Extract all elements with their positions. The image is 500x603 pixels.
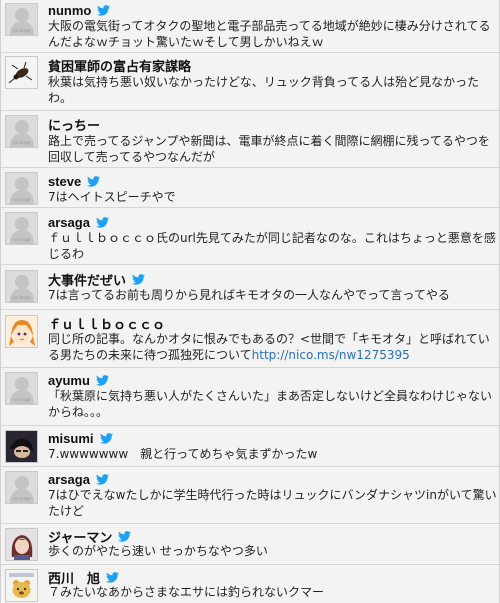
tweet-text: 路上で売ってるジャンプや新聞は、電車が終点に着く間際に網棚に残ってるやつを回収し… xyxy=(48,134,490,164)
twitter-bird-icon xyxy=(132,273,146,285)
tweet-header: ｆｕｌｌｂｏｃｃｏ xyxy=(48,314,165,332)
user-name[interactable]: ayumu xyxy=(48,373,90,388)
tweet-text: ｆｕｌｌｂｏｃｃｏ氏のurl先見てみたが同じ記者なのな。これはちょっと悪意を感じ… xyxy=(48,231,496,261)
tweet-item: no image 大事件だぜい 7は言ってるお前も周りから見ればキモオタの一人な… xyxy=(1,265,499,310)
avatar[interactable] xyxy=(5,528,38,561)
avatar[interactable] xyxy=(5,315,38,348)
avatar[interactable] xyxy=(5,569,38,602)
tweet-header: 大事件だぜい xyxy=(48,270,146,289)
tweet-text: 同じ所の記事。なんかオタに恨みでもあるの？<世間で「キモオタ」と呼ばれている男た… xyxy=(48,331,498,363)
avatar[interactable]: no image xyxy=(5,172,38,205)
tweet-item: 西川 旭 ７みたいなあからさまなエサには釣られないクマー xyxy=(1,565,499,603)
user-name[interactable]: misumi xyxy=(48,431,94,446)
tweet-text: 7は言ってるお前も周りから見ればキモオタの一人なんやでって言ってやる xyxy=(48,288,450,302)
twitter-bird-icon xyxy=(97,4,111,16)
tweet-item: no image ayumu 「秋葉原に気持ち悪い人がたくさんいた」まあ否定しな… xyxy=(1,368,499,426)
tweet-item: ｆｕｌｌｂｏｃｃｏ 同じ所の記事。なんかオタに恨みでもあるの？<世間で「キモオタ… xyxy=(1,310,499,368)
tweet-item: 貧困軍師の富占有家謀略 秋葉は気持ち悪い奴いなかったけどな、リュック背負ってる人… xyxy=(1,53,499,111)
avatar[interactable] xyxy=(5,56,38,89)
bear-avatar-image xyxy=(6,570,37,601)
tweet-item: no image arsaga 7はひでえなwたしかに学生時代行った時はリュック… xyxy=(1,467,499,524)
tweet-item: no image nunmo 大阪の電気街ってオタクの聖地と電子部品売ってる地域… xyxy=(1,0,499,53)
tweet-header: ayumu xyxy=(48,371,109,389)
user-name[interactable]: nunmo xyxy=(48,3,91,18)
anime-avatar-image xyxy=(6,316,37,347)
user-name[interactable]: にっちー xyxy=(48,115,100,134)
tweet-header: nunmo xyxy=(48,1,111,19)
tweet-item: no image にっちー 路上で売ってるジャンプや新聞は、電車が終点に着く間際… xyxy=(1,111,499,168)
user-name[interactable]: arsaga xyxy=(48,472,90,487)
tweet-text: 大阪の電気街ってオタクの聖地と電子部品売ってる地域が絶妙に棲み分けされてるんだよ… xyxy=(48,19,491,49)
tweet-text: 7はヘイトスピーチやで xyxy=(48,190,176,204)
twitter-bird-icon xyxy=(99,432,113,444)
dark-avatar-image xyxy=(6,431,37,462)
avatar[interactable]: no image xyxy=(5,3,38,36)
avatar[interactable]: no image xyxy=(5,115,38,148)
avatar[interactable]: no image xyxy=(5,471,38,504)
user-name[interactable]: 貧困軍師の富占有家謀略 xyxy=(48,56,191,75)
tweet-header: にっちー xyxy=(48,115,100,133)
twitter-bird-icon xyxy=(87,175,101,187)
twitter-bird-icon xyxy=(95,374,109,386)
user-name[interactable]: 大事件だぜい xyxy=(48,270,126,289)
tweet-header: 貧困軍師の富占有家謀略 xyxy=(48,56,191,74)
twitter-bird-icon xyxy=(95,216,109,228)
twitter-bird-icon xyxy=(118,530,132,542)
avatar[interactable]: no image xyxy=(5,270,38,303)
tweet-item: misumi 7.wwwwwww 親と行ってめちゃ気まずかったw xyxy=(1,426,499,467)
avatar[interactable]: no image xyxy=(5,372,38,405)
tweet-item: ジャーマン 歩くのがやたら速い せっかちなやつ多い xyxy=(1,524,499,565)
tweet-link[interactable]: http://nico.ms/nw1275395 xyxy=(252,348,410,362)
tweet-text: 7.wwwwwww 親と行ってめちゃ気まずかったw xyxy=(48,447,318,461)
tweet-header: arsaga xyxy=(48,213,109,231)
tweet-item: no image steve 7はヘイトスピーチやで xyxy=(1,168,499,208)
tweet-item: no image arsaga ｆｕｌｌｂｏｃｃｏ氏のurl先見てみたが同じ記者… xyxy=(1,208,499,265)
twitter-bird-icon xyxy=(106,571,120,583)
tweet-header: arsaga xyxy=(48,470,109,488)
tweet-text: 秋葉は気持ち悪い奴いなかったけどな、リュック背負ってる人は殆ど見なかったわ。 xyxy=(48,75,480,105)
insect-avatar-image xyxy=(8,61,33,84)
tweet-text: 「秋葉原に気持ち悪い人がたくさんいた」まあ否定しないけど全員なわけじゃないからね… xyxy=(48,389,493,419)
tweet-text: 歩くのがやたら速い せっかちなやつ多い xyxy=(48,544,268,558)
tweet-text: 7はひでえなwたしかに学生時代行った時はリュックにバンダナシャツinがいて驚いた… xyxy=(48,488,497,518)
girl-avatar-image xyxy=(6,529,37,560)
user-name[interactable]: arsaga xyxy=(48,215,90,230)
tweet-header: steve xyxy=(48,172,101,190)
avatar[interactable]: no image xyxy=(5,212,38,245)
avatar[interactable] xyxy=(5,430,38,463)
tweet-text: ７みたいなあからさまなエサには釣られないクマー xyxy=(48,585,325,599)
tweet-feed: no image nunmo 大阪の電気街ってオタクの聖地と電子部品売ってる地域… xyxy=(0,0,500,603)
tweet-header: misumi xyxy=(48,429,113,447)
user-name[interactable]: ｆｕｌｌｂｏｃｃｏ xyxy=(48,314,165,333)
user-name[interactable]: steve xyxy=(48,174,81,189)
twitter-bird-icon xyxy=(95,473,109,485)
